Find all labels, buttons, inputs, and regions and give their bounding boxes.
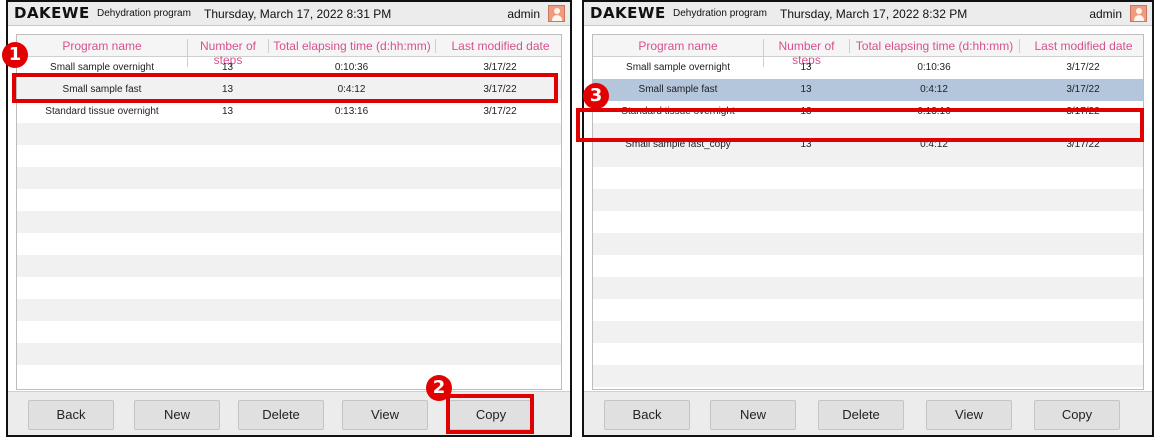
cell-date: 3/17/22 <box>483 62 517 73</box>
empty-row <box>593 167 1143 189</box>
empty-row <box>17 233 561 255</box>
column-header-date[interactable]: Last modified date <box>1019 39 1143 53</box>
cell-steps: 13 <box>800 84 812 95</box>
delete-button[interactable]: Delete <box>238 400 324 430</box>
user-name: admin <box>507 7 540 21</box>
title-bar: DAKEWE Dehydration program Thursday, Mar… <box>8 2 570 26</box>
empty-row <box>17 145 561 167</box>
title-bar: DAKEWE Dehydration program Thursday, Mar… <box>584 2 1152 26</box>
view-button[interactable]: View <box>342 400 428 430</box>
new-button[interactable]: New <box>134 400 220 430</box>
table-row-selected[interactable]: Small sample fast 13 0:4:12 3/17/22 <box>593 79 1143 101</box>
table-row[interactable]: Standard tissue overnight 13 0:13:16 3/1… <box>17 101 561 123</box>
step-2-badge: 2 <box>426 375 452 401</box>
empty-row <box>593 321 1143 343</box>
column-header-time[interactable]: Total elapsing time (d:hh:mm) <box>268 39 435 53</box>
empty-row <box>17 343 561 365</box>
cell-time: 0:13:16 <box>334 106 369 117</box>
program-list-window-before: DAKEWE Dehydration program Thursday, Mar… <box>6 0 572 437</box>
back-button[interactable]: Back <box>604 400 690 430</box>
program-table: Program name Number of steps Total elaps… <box>592 34 1144 390</box>
user-avatar-icon[interactable] <box>548 5 565 22</box>
table-body: Small sample overnight 13 0:10:36 3/17/2… <box>17 57 561 389</box>
cell-steps: 13 <box>221 62 234 73</box>
date-time: Thursday, March 17, 2022 8:32 PM <box>780 7 968 21</box>
cell-time: 0:10:36 <box>917 62 951 73</box>
cell-steps: 13 <box>221 106 234 117</box>
empty-row <box>593 365 1143 387</box>
column-header-date[interactable]: Last modified date <box>435 39 561 53</box>
user-name: admin <box>1089 7 1122 21</box>
cell-date: 3/17/22 <box>483 106 517 117</box>
empty-row <box>17 167 561 189</box>
column-header-time[interactable]: Total elapsing time (d:hh:mm) <box>849 39 1019 53</box>
cell-program-name: Small sample overnight <box>626 62 730 73</box>
section-title: Dehydration program <box>97 8 191 19</box>
empty-row <box>17 277 561 299</box>
table-body: Small sample overnight 13 0:10:36 3/17/2… <box>593 57 1143 389</box>
new-button[interactable]: New <box>710 400 796 430</box>
dakewe-logo: DAKEWE <box>14 4 90 22</box>
action-toolbar: Back New Delete View Copy <box>584 391 1152 435</box>
date-time: Thursday, March 17, 2022 8:31 PM <box>204 7 392 21</box>
step-1-badge: 1 <box>2 42 28 68</box>
highlight-box-step-2 <box>446 394 534 434</box>
copy-button[interactable]: Copy <box>1034 400 1120 430</box>
empty-row <box>593 189 1143 211</box>
empty-row <box>593 255 1143 277</box>
empty-row <box>17 299 561 321</box>
section-title: Dehydration program <box>673 8 767 19</box>
highlight-box-step-1 <box>12 73 558 103</box>
delete-button[interactable]: Delete <box>818 400 904 430</box>
empty-row <box>17 189 561 211</box>
cell-steps: 13 <box>800 62 812 73</box>
cell-time: 0:10:36 <box>334 62 369 73</box>
table-header: Program name Number of steps Total elaps… <box>593 35 1143 67</box>
empty-row <box>17 321 561 343</box>
dakewe-logo: DAKEWE <box>590 4 666 22</box>
back-button[interactable]: Back <box>28 400 114 430</box>
table-header: Program name Number of steps Total elaps… <box>17 35 561 67</box>
empty-row <box>17 365 561 387</box>
table-row[interactable]: Small sample overnight 13 0:10:36 3/17/2… <box>593 57 1143 79</box>
empty-row <box>593 343 1143 365</box>
empty-row <box>593 211 1143 233</box>
column-header-program-name[interactable]: Program name <box>593 39 763 53</box>
empty-row <box>17 123 561 145</box>
empty-row <box>593 277 1143 299</box>
user-avatar-icon[interactable] <box>1130 5 1147 22</box>
cell-date: 3/17/22 <box>1066 84 1100 95</box>
cell-time: 0:4:12 <box>920 84 948 95</box>
cell-program-name: Small sample fast <box>638 84 718 95</box>
program-list-window-after: DAKEWE Dehydration program Thursday, Mar… <box>582 0 1154 437</box>
cell-program-name: Small sample overnight <box>50 62 154 73</box>
cell-date: 3/17/22 <box>1066 62 1100 73</box>
step-3-badge: 3 <box>583 83 609 109</box>
cell-program-name: Standard tissue overnight <box>45 106 159 117</box>
empty-row <box>17 255 561 277</box>
empty-row <box>593 299 1143 321</box>
highlight-box-step-3 <box>576 108 1144 142</box>
empty-row <box>17 211 561 233</box>
view-button[interactable]: View <box>926 400 1012 430</box>
empty-row <box>593 233 1143 255</box>
column-header-program-name[interactable]: Program name <box>17 39 187 53</box>
